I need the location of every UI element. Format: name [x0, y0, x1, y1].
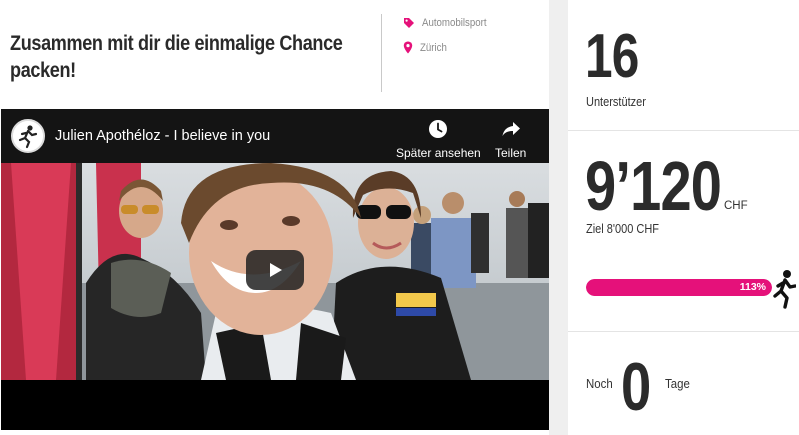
- share-label: Teilen: [495, 146, 527, 160]
- divider: [568, 130, 799, 131]
- days-suffix: Tage: [665, 376, 690, 391]
- goal-label: Ziel 8'000 CHF: [586, 222, 660, 236]
- share-arrow-icon: [502, 122, 520, 136]
- location-link[interactable]: Zürich: [403, 41, 451, 54]
- campaign-card: Zusammen mit dir die einmalige Chance pa…: [0, 0, 549, 435]
- play-button[interactable]: [246, 250, 304, 290]
- supporters-label: Unterstützer: [586, 95, 646, 109]
- play-icon: [270, 263, 282, 277]
- channel-avatar[interactable]: [11, 119, 45, 153]
- video-player[interactable]: Julien Apothéloz - I believe in you Spät…: [1, 109, 549, 430]
- runner-logo-icon: [13, 121, 43, 151]
- tag-icon: [404, 18, 414, 28]
- location-label: Zürich: [420, 41, 447, 54]
- watch-later-label: Später ansehen: [396, 146, 481, 160]
- campaign-title: Zusammen mit dir die einmalige Chance pa…: [10, 32, 343, 82]
- title-wrap: Zusammen mit dir die einmalige Chance pa…: [10, 30, 360, 84]
- video-title[interactable]: Julien Apothéloz - I believe in you: [55, 128, 270, 144]
- watch-later-button[interactable]: Später ansehen: [396, 119, 481, 160]
- category-label: Automobilsport: [422, 17, 487, 29]
- currency-label: CHF: [724, 200, 748, 212]
- video-bottom-bar: [1, 380, 549, 430]
- amount-raised: 9’120: [585, 147, 722, 225]
- divider: [568, 331, 799, 332]
- category-link[interactable]: Automobilsport: [403, 17, 495, 29]
- runner-icon: [773, 270, 796, 309]
- funding-progress-fill: 113%: [586, 279, 772, 296]
- clock-icon: [429, 120, 448, 138]
- days-prefix: Noch: [586, 376, 613, 391]
- share-button[interactable]: Teilen: [495, 119, 526, 160]
- stats-sidebar: 16 Unterstützer 9’120 CHF Ziel 8'000 CHF…: [568, 0, 799, 435]
- progress-percent: 113%: [739, 281, 766, 293]
- meta-divider: [381, 14, 382, 92]
- funding-progress-bar: 113%: [586, 279, 772, 296]
- supporters-count: 16: [585, 22, 639, 91]
- days-left: 0: [621, 349, 651, 425]
- map-pin-icon: [403, 41, 413, 54]
- video-header: Julien Apothéloz - I believe in you Spät…: [1, 109, 549, 163]
